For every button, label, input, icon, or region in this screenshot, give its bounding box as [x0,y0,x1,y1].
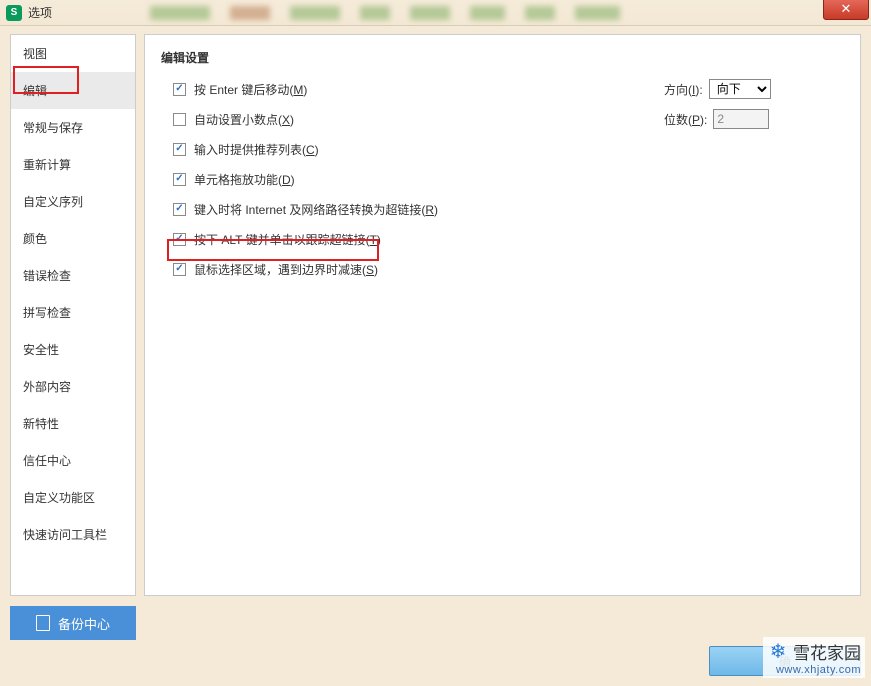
sidebar: 视图编辑常规与保存重新计算自定义序列颜色错误检查拼写检查安全性外部内容新特性信任… [10,34,136,596]
backup-center-button[interactable]: 备份中心 [10,606,136,640]
close-button[interactable]: ✕ [823,0,869,20]
option-label-4: 键入时将 Internet 及网络路径转换为超链接(R) [194,201,438,218]
option-label-2: 输入时提供推荐列表(C) [194,141,319,158]
app-icon: S [6,5,22,21]
option-checkbox-2[interactable] [173,143,186,156]
sidebar-item-0[interactable]: 视图 [11,35,135,72]
option-row-6: 鼠标选择区域，遇到边界时减速(S) [161,260,844,278]
option-label-6: 鼠标选择区域，遇到边界时减速(S) [194,261,378,278]
sidebar-item-2[interactable]: 常规与保存 [11,109,135,146]
snowflake-icon: ❄ [767,641,789,663]
option-label-3: 单元格拖放功能(D) [194,171,295,188]
option-checkbox-6[interactable] [173,263,186,276]
watermark-url: www.xhjaty.com [767,664,861,676]
sidebar-item-1[interactable]: 编辑 [11,72,135,109]
section-title: 编辑设置 [161,49,844,66]
sidebar-item-5[interactable]: 颜色 [11,220,135,257]
sidebar-item-8[interactable]: 安全性 [11,331,135,368]
option-row-4: 键入时将 Internet 及网络路径转换为超链接(R) [161,200,844,218]
option-row-0: 按 Enter 键后移动(M) 方向(I):向下 [161,80,844,98]
sidebar-item-4[interactable]: 自定义序列 [11,183,135,220]
option-row-3: 单元格拖放功能(D) [161,170,844,188]
option-row-1: 自动设置小数点(X) 位数(P): [161,110,844,128]
option-label-0: 按 Enter 键后移动(M) [194,81,307,98]
sidebar-item-12[interactable]: 自定义功能区 [11,479,135,516]
sidebar-item-7[interactable]: 拼写检查 [11,294,135,331]
main-area: 视图编辑常规与保存重新计算自定义序列颜色错误检查拼写检查安全性外部内容新特性信任… [0,26,871,600]
option-row-5: 按下 ALT 键并单击以跟踪超链接(T) [161,230,844,248]
backup-label: 备份中心 [58,614,110,633]
obscured-tabs [130,0,710,26]
option-checkbox-5[interactable] [173,233,186,246]
option-side-1: 位数(P): [664,109,844,129]
sidebar-item-10[interactable]: 新特性 [11,405,135,442]
direction-select[interactable]: 向下 [709,79,771,99]
watermark-text: 雪花家园 [793,639,861,664]
decimals-input [713,109,769,129]
option-checkbox-3[interactable] [173,173,186,186]
sidebar-item-11[interactable]: 信任中心 [11,442,135,479]
document-icon [36,615,50,631]
watermark: ❄ 雪花家园 www.xhjaty.com [763,637,865,678]
option-checkbox-0[interactable] [173,83,186,96]
sidebar-item-3[interactable]: 重新计算 [11,146,135,183]
content-panel: 编辑设置 按 Enter 键后移动(M) 方向(I):向下自动设置小数点(X) 位数… [144,34,861,596]
sidebar-item-9[interactable]: 外部内容 [11,368,135,405]
option-label-5: 按下 ALT 键并单击以跟踪超链接(T) [194,231,381,248]
option-checkbox-4[interactable] [173,203,186,216]
sidebar-item-13[interactable]: 快速访问工具栏 [11,516,135,553]
option-row-2: 输入时提供推荐列表(C) [161,140,844,158]
window-title: 选项 [28,4,52,21]
sidebar-item-6[interactable]: 错误检查 [11,257,135,294]
close-icon: ✕ [841,1,852,17]
option-checkbox-1[interactable] [173,113,186,126]
option-side-0: 方向(I):向下 [664,79,844,99]
titlebar: S 选项 ✕ [0,0,871,26]
option-label-1: 自动设置小数点(X) [194,111,294,128]
